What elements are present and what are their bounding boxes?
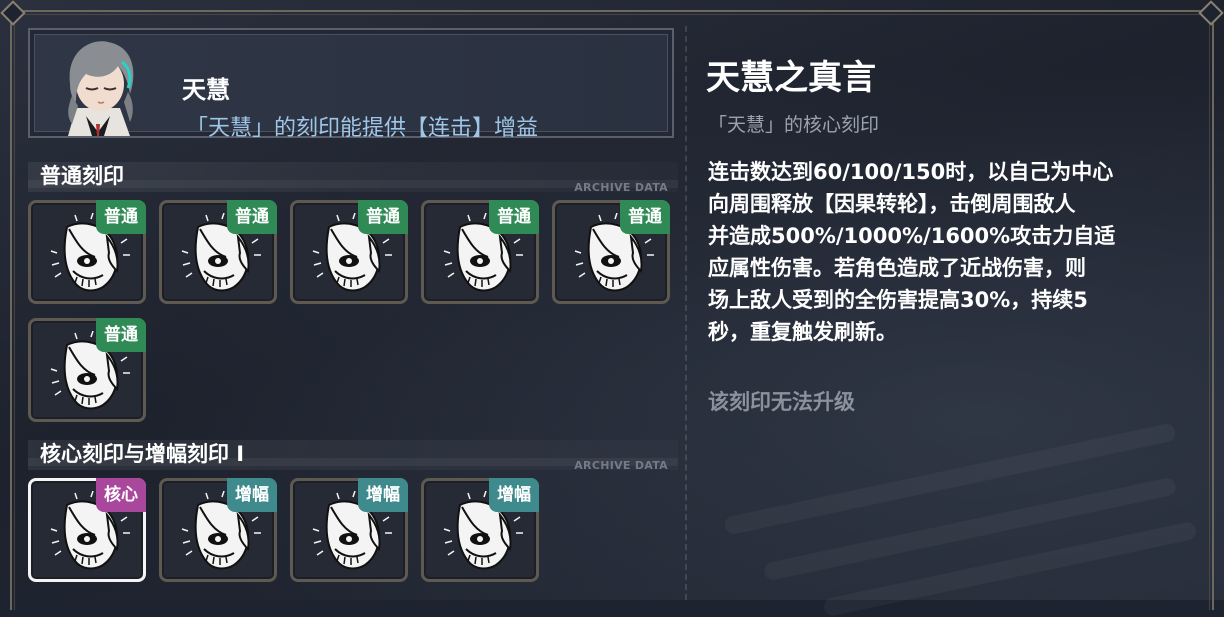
character-avatar: [46, 36, 150, 136]
character-header: 天慧 「天慧」的刻印能提供【连击】增益: [28, 28, 674, 141]
section-header-normal: 普通刻印 ARCHIVE DATA: [28, 162, 678, 194]
description-line: 秒，重复触发刷新。: [708, 320, 897, 344]
panel-divider: [685, 26, 687, 600]
imprint-type-badge: 普通: [489, 200, 539, 234]
imprint-type-badge: 普通: [227, 200, 277, 234]
imprint-description: 连击数达到60/100/150时，以自己为中心 向周围释放【因果转轮】，击倒周围敌…: [708, 156, 1188, 348]
imprint-type-badge: 普通: [620, 200, 670, 234]
description-line: 应属性伤害。若角色造成了近战伤害，则: [708, 256, 1086, 280]
imprint-tile[interactable]: 增幅: [290, 478, 408, 582]
imprint-subtitle: 「天慧」的核心刻印: [708, 114, 880, 136]
character-description: 「天慧」的刻印能提供【连击】增益: [186, 116, 539, 141]
imprint-tile[interactable]: 核心: [28, 478, 146, 582]
imprint-type-badge: 普通: [96, 318, 146, 352]
archive-data-tag: ARCHIVE DATA: [574, 459, 668, 472]
character-portrait-icon: [68, 41, 134, 136]
character-name: 天慧: [182, 76, 230, 104]
imprint-tile[interactable]: 普通: [552, 200, 670, 304]
imprint-tile[interactable]: 普通: [28, 318, 146, 422]
section-header-core: 核心刻印与增幅刻印 I ARCHIVE DATA: [28, 440, 678, 472]
description-line: 场上敌人受到的全伤害提高30%，持续5: [708, 288, 1088, 312]
archive-data-tag: ARCHIVE DATA: [574, 181, 668, 194]
imprint-type-badge: 增幅: [358, 478, 408, 512]
imprint-tile[interactable]: 普通: [159, 200, 277, 304]
description-line: 并造成500%/1000%/1600%攻击力自适: [708, 224, 1116, 248]
description-line: 向周围释放【因果转轮】，击倒周围敌人: [708, 192, 1076, 216]
imprint-tile[interactable]: 普通: [421, 200, 539, 304]
section-title: 核心刻印与增幅刻印 I: [40, 442, 245, 466]
imprint-tile[interactable]: 普通: [28, 200, 146, 304]
imprint-tile[interactable]: 增幅: [159, 478, 277, 582]
imprint-type-badge: 增幅: [489, 478, 539, 512]
imprint-tile[interactable]: 普通: [290, 200, 408, 304]
imprint-tile[interactable]: 增幅: [421, 478, 539, 582]
imprint-type-badge: 核心: [96, 478, 146, 512]
imprint-type-badge: 普通: [358, 200, 408, 234]
upgrade-note: 该刻印无法升级: [708, 390, 855, 414]
section-title: 普通刻印: [40, 164, 124, 188]
description-line: 连击数达到60/100/150时，以自己为中心: [708, 160, 1114, 184]
imprint-type-badge: 普通: [96, 200, 146, 234]
imprint-title: 天慧之真言: [706, 58, 876, 98]
imprint-type-badge: 增幅: [227, 478, 277, 512]
